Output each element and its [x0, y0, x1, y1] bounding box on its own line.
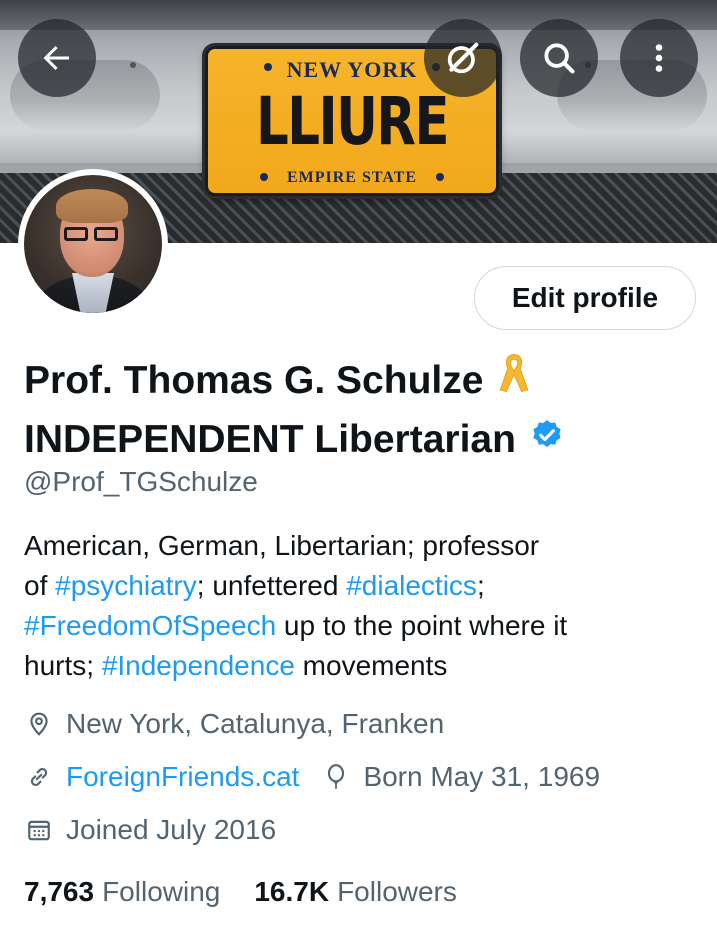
joined-row: Joined July 2016: [24, 814, 276, 846]
avatar[interactable]: [18, 169, 168, 319]
bio-line: hurts; #Independence movements: [24, 646, 704, 686]
bio-text: of: [24, 570, 56, 601]
display-name-line-2: INDEPENDENT Libertarian: [24, 412, 704, 468]
hashtag-link[interactable]: #psychiatry: [55, 570, 197, 601]
calendar-icon: [24, 815, 54, 845]
avatar-glasses: [64, 227, 120, 241]
following-count: 7,763: [24, 876, 95, 907]
bio-text: American, German, Libertarian; professor: [24, 530, 540, 561]
plate-number-text: LLIURE: [255, 83, 450, 160]
grok-button[interactable]: [424, 19, 502, 97]
following-stat[interactable]: 7,763 Following: [24, 876, 220, 908]
back-button[interactable]: [18, 19, 96, 97]
balloon-icon: [321, 762, 351, 792]
followers-label: Followers: [337, 876, 457, 907]
website-link[interactable]: ForeignFriends.cat: [66, 761, 299, 793]
grok-icon: [447, 42, 479, 74]
joined-text: Joined July 2016: [66, 814, 277, 845]
avatar-glasses-lens: [94, 227, 118, 241]
plate-bottom-text: EMPIRE STATE: [286, 169, 418, 186]
profile-bio: American, German, Libertarian; professor…: [24, 526, 704, 686]
followers-count: 16.7K: [254, 876, 330, 907]
bio-line: American, German, Libertarian; professor: [24, 526, 704, 566]
website-birthday-row: ForeignFriends.cat Born May 31, 1969: [24, 761, 600, 793]
bio-line: of #psychiatry; unfettered #dialectics;: [24, 566, 704, 606]
more-options-button[interactable]: [620, 19, 698, 97]
search-button[interactable]: [520, 19, 598, 97]
display-name-text: Prof. Thomas G. Schulze: [24, 359, 484, 402]
hashtag-link[interactable]: #dialectics: [346, 570, 477, 601]
verified-badge-icon[interactable]: [530, 412, 564, 468]
display-name: Prof. Thomas G. Schulze INDEPENDENT Libe…: [24, 350, 704, 468]
birthday-text: Born May 31, 1969: [363, 761, 601, 792]
following-label: Following: [102, 876, 221, 907]
hashtag-link[interactable]: #FreedomOfSpeech: [24, 610, 276, 641]
display-name-subtitle: INDEPENDENT Libertarian: [24, 418, 516, 461]
username-handle: @Prof_TGSchulze: [24, 466, 258, 497]
bio-text: ;: [476, 570, 485, 601]
banner-bumper: [0, 0, 717, 30]
followers-stat[interactable]: 16.7K Followers: [254, 876, 457, 908]
location-pin-icon: [24, 709, 54, 739]
bio-text: movements: [294, 650, 448, 681]
location-text: New York, Catalunya, Franken: [66, 708, 445, 739]
avatar-hair: [56, 189, 128, 223]
bio-text: up to the point where it: [276, 610, 568, 641]
display-name-line-1: Prof. Thomas G. Schulze: [24, 350, 704, 412]
link-icon: [24, 762, 54, 792]
follow-stats: 7,763 Following 16.7K Followers: [24, 876, 457, 908]
location-row: New York, Catalunya, Franken: [24, 708, 444, 740]
search-icon: [544, 43, 575, 74]
avatar-glasses-lens: [64, 227, 88, 241]
bio-text: hurts;: [24, 650, 102, 681]
bio-text: ; unfettered: [196, 570, 347, 601]
edit-profile-button[interactable]: Edit profile: [474, 266, 696, 330]
yellow-ribbon-icon: [495, 350, 533, 412]
banner-bolt: [130, 62, 136, 68]
avatar-photo: [24, 175, 162, 313]
bio-line: #FreedomOfSpeech up to the point where i…: [24, 606, 704, 646]
hashtag-link[interactable]: #Independence: [102, 650, 295, 681]
arrow-left-icon: [43, 46, 69, 70]
more-vertical-icon: [655, 44, 663, 72]
